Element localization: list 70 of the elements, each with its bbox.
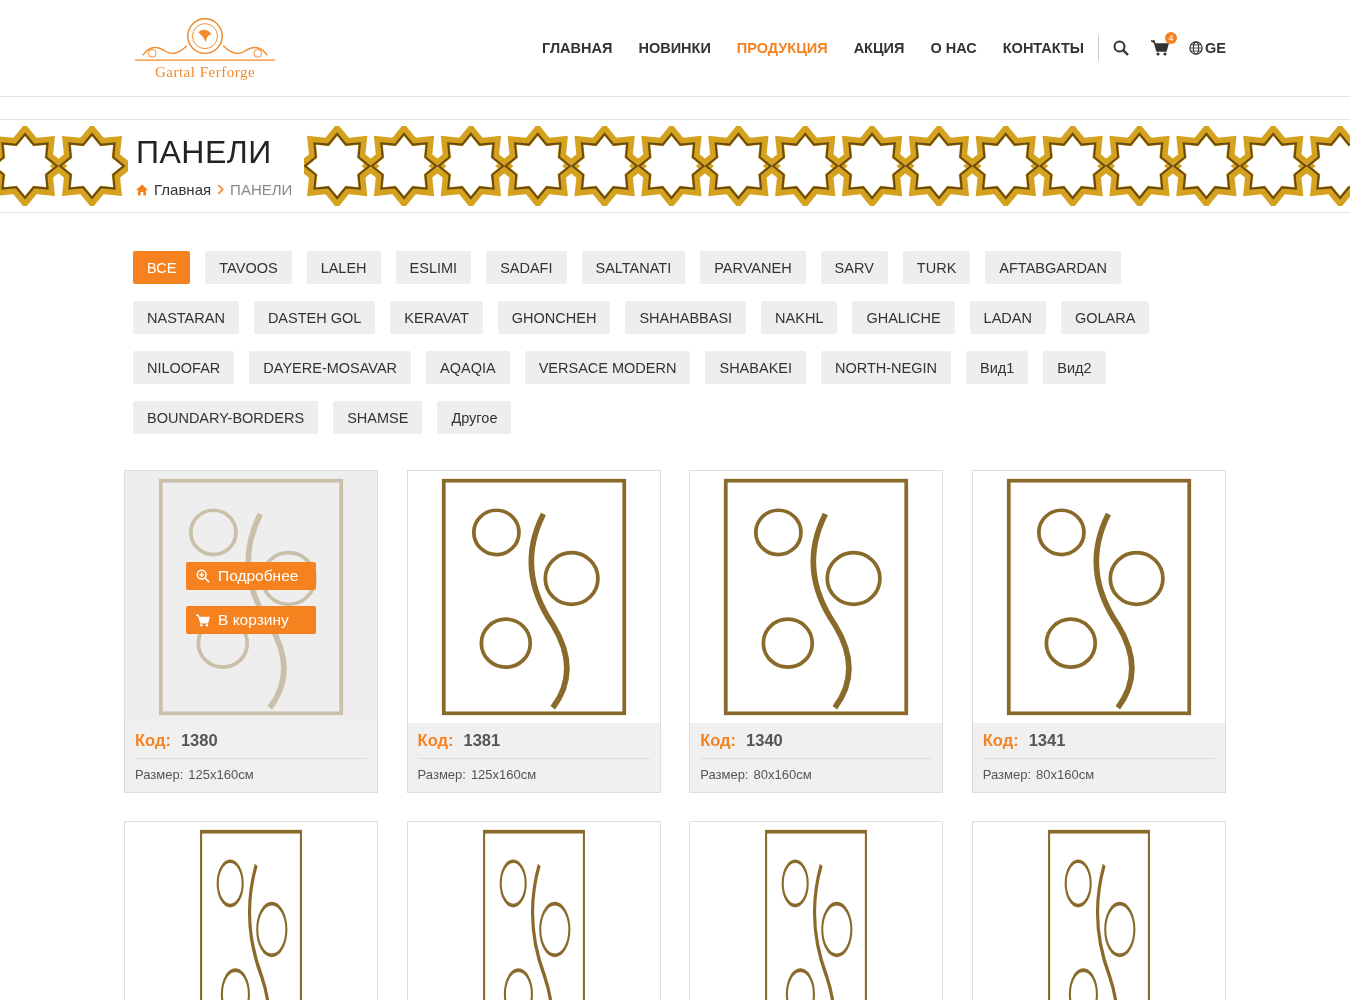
- size-label: Размер:: [135, 767, 184, 782]
- nav-link[interactable]: ГЛАВНАЯ: [542, 40, 613, 56]
- filter-tab[interactable]: DAYERE-MOSAVAR: [249, 351, 412, 384]
- product-card[interactable]: [406, 821, 661, 1000]
- product-code: 1380: [180, 731, 218, 750]
- filter-tab[interactable]: ESLIMI: [395, 251, 472, 284]
- breadcrumb-link[interactable]: Главная: [154, 181, 212, 198]
- product-card[interactable]: Код: 1340 Размер: 80x160см: [689, 470, 944, 793]
- filter-tab[interactable]: NILOOFAR: [133, 351, 235, 384]
- size-label: Размер:: [700, 767, 749, 782]
- page-title: ПАНЕЛИ: [136, 134, 273, 171]
- chevron-right-icon: [217, 184, 225, 195]
- product-size: 125x160см: [470, 767, 537, 782]
- product-code: 1341: [1028, 731, 1066, 750]
- breadcrumb-current: ПАНЕЛИ: [230, 181, 293, 198]
- nav-link[interactable]: О НАС: [930, 40, 977, 56]
- nav-link[interactable]: КОНТАКТЫ: [1002, 40, 1085, 56]
- filter-tab[interactable]: BOUNDARY-BORDERS: [133, 401, 319, 434]
- filter-tab[interactable]: NAKHL: [761, 301, 838, 334]
- filter-tab[interactable]: SADAFI: [486, 251, 567, 284]
- cart-icon: [196, 613, 210, 627]
- filter-tab[interactable]: AQAQIA: [426, 351, 510, 384]
- code-label: Код:: [700, 731, 737, 750]
- product-card[interactable]: Код: 1341 Размер: 80x160см: [971, 470, 1226, 793]
- size-label: Размер:: [417, 767, 466, 782]
- filter-tab[interactable]: SHAMSE: [333, 401, 423, 434]
- filter-tab[interactable]: Другое: [437, 401, 512, 434]
- filter-tab[interactable]: Вид2: [1043, 351, 1106, 384]
- filter-tab[interactable]: DASTEH GOL: [253, 301, 376, 334]
- filter-tab[interactable]: SALTANATI: [581, 251, 686, 284]
- product-card[interactable]: Код: 1381 Размер: 125x160см: [406, 470, 661, 793]
- filter-tab[interactable]: TURK: [902, 251, 971, 284]
- product-card[interactable]: [124, 821, 378, 1000]
- size-label: Размер:: [982, 767, 1032, 782]
- product-card[interactable]: [689, 821, 944, 1000]
- cart-icon[interactable]: [1151, 40, 1170, 56]
- filter-tab[interactable]: VERSACE MODERN: [524, 351, 691, 384]
- filter-tab[interactable]: KERAVAT: [390, 301, 483, 334]
- product-size: 80x160см: [753, 767, 812, 782]
- code-label: Код:: [135, 731, 171, 750]
- product-size: 125x160см: [188, 767, 254, 782]
- nav-link[interactable]: АКЦИЯ: [853, 40, 905, 56]
- code-label: Код:: [417, 731, 454, 750]
- filter-tab[interactable]: LALEH: [306, 251, 381, 284]
- logo-text: Gartal Ferforge: [154, 64, 256, 81]
- filter-tab[interactable]: GHONCHEH: [497, 301, 611, 334]
- zoom-in-icon: [196, 569, 210, 583]
- cart-count-badge: 4: [1165, 32, 1178, 44]
- globe-icon[interactable]: [1189, 41, 1204, 55]
- product-code: 1381: [463, 731, 501, 750]
- filter-tab[interactable]: LADAN: [969, 301, 1046, 334]
- filter-tab[interactable]: GHALICHE: [852, 301, 955, 334]
- filter-tab[interactable]: SARV: [820, 251, 888, 284]
- filter-tab[interactable]: NORTH-NEGIN: [821, 351, 952, 384]
- filter-tab[interactable]: GOLARA: [1060, 301, 1150, 334]
- filter-tab[interactable]: AFTABGARDAN: [985, 251, 1122, 284]
- code-label: Код:: [982, 731, 1019, 750]
- search-icon[interactable]: [1113, 40, 1130, 56]
- product-size: 80x160см: [1036, 767, 1095, 782]
- filter-tab[interactable]: SHAHABBASI: [625, 301, 747, 334]
- filter-tab[interactable]: NASTARAN: [133, 301, 239, 334]
- language-link[interactable]: GE: [1205, 40, 1226, 56]
- product-code: 1340: [746, 731, 783, 750]
- nav-link[interactable]: НОВИНКИ: [638, 40, 711, 56]
- filter-tab[interactable]: Вид1: [966, 351, 1029, 384]
- filter-tab[interactable]: PARVANEH: [700, 251, 806, 284]
- filter-tab[interactable]: TAVOOS: [205, 251, 292, 284]
- product-card[interactable]: [971, 821, 1226, 1000]
- home-icon: [136, 183, 148, 196]
- filter-tab[interactable]: SHABAKEI: [705, 351, 806, 384]
